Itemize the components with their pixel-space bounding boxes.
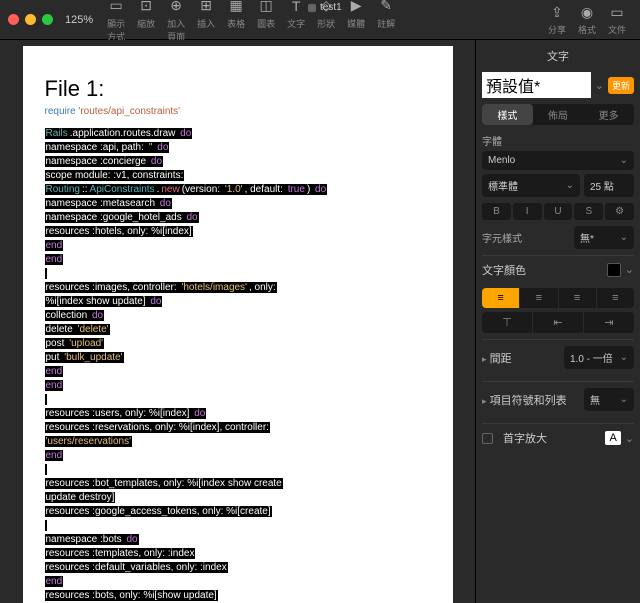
toolbar-icon: ✎ — [377, 0, 395, 15]
text-color-label: 文字顏色 — [482, 262, 526, 278]
close-icon[interactable] — [8, 14, 19, 25]
fullscreen-icon[interactable] — [42, 14, 53, 25]
toolbar-格式[interactable]: ◉格式 — [572, 3, 602, 36]
bullets-select[interactable]: 無⌄ — [584, 388, 634, 411]
dropcap-preview[interactable]: A — [605, 431, 620, 445]
toolbar-icon: ◫ — [257, 0, 275, 15]
text-color-swatch[interactable] — [607, 263, 621, 277]
toolbar-icon: ▭ — [608, 3, 626, 21]
page[interactable]: File 1: require 'routes/api_constraints'… — [23, 46, 453, 603]
inspector-panel: 文字 預設值* ⌄ 更新 樣式佈局更多 字體 Menlo⌄ 標準體⌄ 25 點 … — [475, 40, 640, 603]
toolbar-註解[interactable]: ✎註解 — [371, 0, 401, 43]
toolbar-顯示方式[interactable]: ▭顯示方式 — [101, 0, 131, 43]
font-size-stepper[interactable]: 25 點 — [584, 174, 634, 197]
char-style-label: 字元樣式 — [482, 230, 522, 245]
document-title: test1 — [320, 2, 342, 13]
bullets-label[interactable]: 項目符號和列表 — [490, 395, 567, 407]
font-weight-select[interactable]: 標準體⌄ — [482, 174, 580, 197]
style-I-button[interactable]: I — [513, 203, 542, 220]
toolbar-icon: ▶ — [347, 0, 365, 15]
spacing-label[interactable]: 間距 — [490, 353, 512, 365]
indent-group: ⊤ ⇤ ⇥ — [482, 312, 634, 333]
font-family-select[interactable]: Menlo⌄ — [482, 151, 634, 170]
align-right-button[interactable]: ≡ — [559, 288, 597, 308]
dropcap-checkbox[interactable] — [482, 433, 493, 444]
zoom-level[interactable]: 125% — [65, 14, 93, 26]
font-label: 字體 — [482, 133, 634, 148]
toolbar-分享[interactable]: ⇪分享 — [542, 3, 572, 36]
style-B-button[interactable]: B — [482, 203, 511, 220]
toolbar-加入頁面[interactable]: ⊕加入頁面 — [161, 0, 191, 43]
code-block[interactable]: Rails.application.routes.draw do namespa… — [45, 127, 431, 603]
toolbar-icon: ◉ — [578, 3, 596, 21]
color-picker-icon[interactable]: ⌄ — [625, 263, 634, 277]
toolbar-icon: ▦ — [227, 0, 245, 15]
inspector-title: 文字 — [482, 44, 634, 68]
text-style-buttons: BIUS⚙ — [482, 203, 634, 220]
toolbar-縮放[interactable]: ⊡縮放 — [131, 0, 161, 43]
align-justify-button[interactable]: ≡ — [597, 288, 634, 308]
tab-佈局[interactable]: 佈局 — [533, 104, 584, 125]
require-line: require 'routes/api_constraints' — [45, 106, 431, 117]
inspector-tabs: 樣式佈局更多 — [482, 104, 634, 125]
toolbar-icon: ⊞ — [197, 0, 215, 15]
tab-樣式[interactable]: 樣式 — [482, 104, 533, 125]
char-style-select[interactable]: 無*⌄ — [574, 226, 634, 249]
style-U-button[interactable]: U — [544, 203, 573, 220]
toolbar-icon: ⊡ — [137, 0, 155, 15]
page-heading: File 1: — [45, 76, 431, 102]
spacing-select[interactable]: 1.0 - 一倍⌄ — [564, 346, 634, 369]
valign-top-button[interactable]: ⊤ — [482, 312, 533, 333]
paragraph-style-select[interactable]: 預設值* — [482, 72, 591, 98]
minimize-icon[interactable] — [25, 14, 36, 25]
update-button[interactable]: 更新 — [608, 77, 634, 94]
document-canvas: File 1: require 'routes/api_constraints'… — [0, 40, 475, 603]
toolbar-icon: ▭ — [107, 0, 125, 15]
tab-更多[interactable]: 更多 — [583, 104, 634, 125]
align-center-button[interactable]: ≡ — [520, 288, 558, 308]
toolbar-文件[interactable]: ▭文件 — [602, 3, 632, 36]
window-controls — [8, 14, 53, 25]
style-⚙-button[interactable]: ⚙ — [605, 203, 634, 220]
style-S-button[interactable]: S — [574, 203, 603, 220]
toolbar-圖表[interactable]: ◫圖表 — [251, 0, 281, 43]
document-tab[interactable]: test1 — [300, 0, 350, 15]
indent-button[interactable]: ⇥ — [584, 312, 634, 333]
toolbar-icon: ⊕ — [167, 0, 185, 15]
text-align-group: ≡ ≡ ≡ ≡ — [482, 288, 634, 308]
dropcap-label: 首字放大 — [503, 430, 547, 446]
toolbar-插入[interactable]: ⊞插入 — [191, 0, 221, 43]
chevron-down-icon[interactable]: ⌄ — [595, 79, 604, 92]
toolbar-icon: ⇪ — [548, 3, 566, 21]
toolbar-表格[interactable]: ▦表格 — [221, 0, 251, 43]
outdent-button[interactable]: ⇤ — [533, 312, 584, 333]
align-left-button[interactable]: ≡ — [482, 288, 520, 308]
modified-dot-icon — [308, 4, 316, 12]
